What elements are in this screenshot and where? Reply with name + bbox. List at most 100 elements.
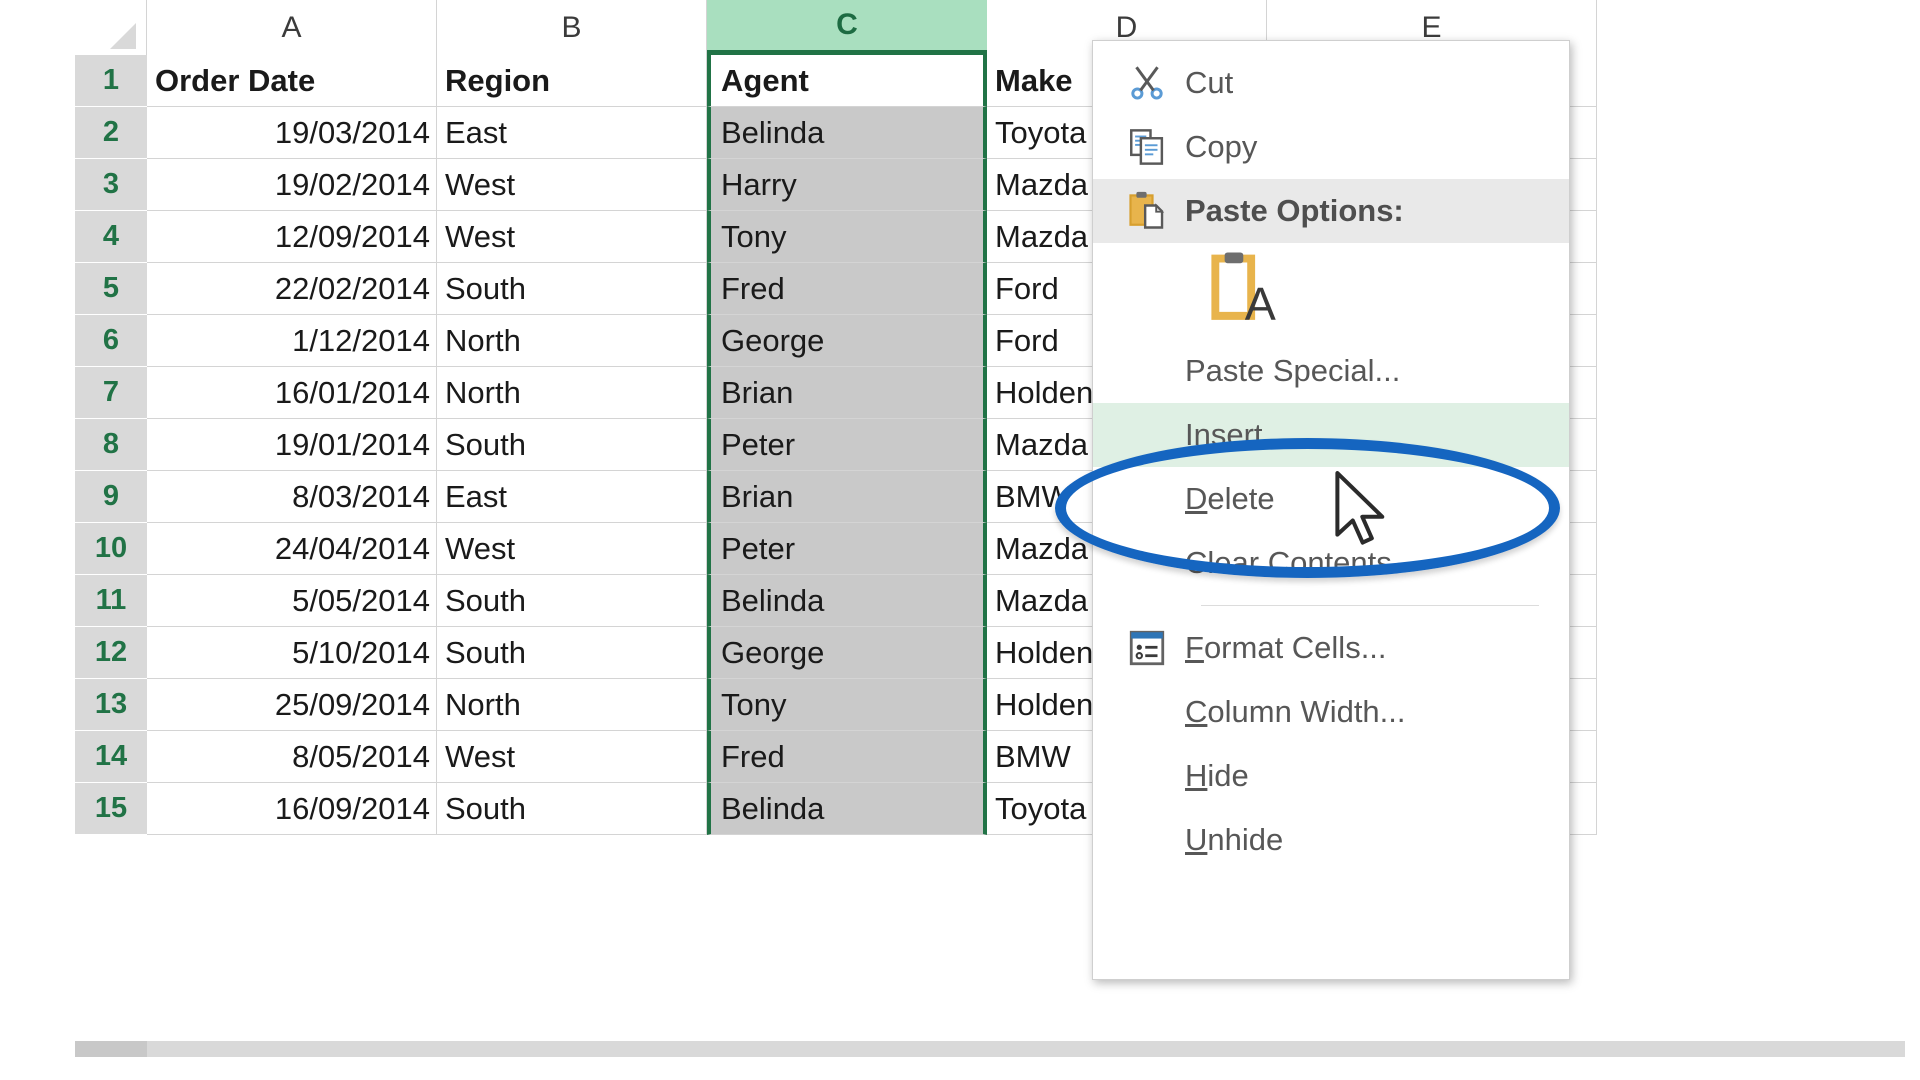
cell-C13[interactable]: Tony (707, 679, 987, 731)
cell-A6[interactable]: 1/12/2014 (147, 315, 437, 367)
table-row: 61/12/2014NorthGeorgeFordMustang (75, 315, 1905, 367)
cell-C11[interactable]: Belinda (707, 575, 987, 627)
cell-A11[interactable]: 5/05/2014 (147, 575, 437, 627)
menu-item-label: Copy (1185, 129, 1258, 164)
row-header[interactable]: 9 (75, 471, 147, 523)
menu-item-hide[interactable]: Hide (1093, 744, 1569, 808)
cell-B6[interactable]: North (437, 315, 707, 367)
menu-item-label: Insert (1185, 417, 1263, 452)
row-header[interactable]: 4 (75, 211, 147, 263)
cell-C2[interactable]: Belinda (707, 107, 987, 159)
row-header[interactable]: 7 (75, 367, 147, 419)
cell-A8[interactable]: 19/01/2014 (147, 419, 437, 471)
row-header[interactable]: 13 (75, 679, 147, 731)
row-header[interactable]: 2 (75, 107, 147, 159)
cell-B14[interactable]: West (437, 731, 707, 783)
paste-options-icon-row[interactable]: A (1093, 243, 1569, 339)
menu-item-insert[interactable]: Insert (1093, 403, 1569, 467)
row-header[interactable]: 12 (75, 627, 147, 679)
cell-B15[interactable]: South (437, 783, 707, 835)
menu-item-label: Paste Special... (1185, 353, 1401, 388)
menu-item-copy[interactable]: Copy (1093, 115, 1569, 179)
table-row: 125/10/2014SouthGeorgeHoldenCommodore (75, 627, 1905, 679)
grid-bottom-edge (75, 1041, 1905, 1057)
menu-item-paste-special[interactable]: Paste Special... (1093, 339, 1569, 403)
row-header[interactable]: 5 (75, 263, 147, 315)
column-header-a[interactable]: A (147, 0, 437, 55)
row-header[interactable]: 11 (75, 575, 147, 627)
cell-A15[interactable]: 16/09/2014 (147, 783, 437, 835)
menu-item-label: Column Width... (1185, 694, 1406, 729)
copy-pages-icon (1109, 126, 1185, 168)
menu-item-label: Format Cells... (1185, 630, 1387, 665)
cell-B3[interactable]: West (437, 159, 707, 211)
table-row: 148/05/2014WestFredBMW325i (75, 731, 1905, 783)
cell-B12[interactable]: South (437, 627, 707, 679)
cell-A9[interactable]: 8/03/2014 (147, 471, 437, 523)
row-header-strip (75, 1041, 147, 1057)
cell-A13[interactable]: 25/09/2014 (147, 679, 437, 731)
cell-A14[interactable]: 8/05/2014 (147, 731, 437, 783)
table-row: 522/02/2014SouthFredFordFalcon (75, 263, 1905, 315)
menu-header-paste-options: Paste Options: (1093, 179, 1569, 243)
row-header[interactable]: 8 (75, 419, 147, 471)
clipboard-paste-icon (1109, 189, 1185, 233)
cell-A10[interactable]: 24/04/2014 (147, 523, 437, 575)
table-row: 1Order DateRegionAgentMakeModel (75, 55, 1905, 107)
row-header[interactable]: 10 (75, 523, 147, 575)
cell-C9[interactable]: Brian (707, 471, 987, 523)
cell-A5[interactable]: 22/02/2014 (147, 263, 437, 315)
cell-B9[interactable]: East (437, 471, 707, 523)
row-header[interactable]: 1 (75, 55, 147, 107)
select-all-corner[interactable] (75, 0, 147, 55)
menu-item-format-cells[interactable]: Format Cells... (1093, 616, 1569, 680)
cell-B10[interactable]: West (437, 523, 707, 575)
grid-body: 1Order DateRegionAgentMakeModel219/03/20… (75, 55, 1905, 835)
worksheet-grid: A B C D E 1Order DateRegionAgentMakeMode… (75, 0, 1905, 1060)
cell-C3[interactable]: Harry (707, 159, 987, 211)
column-header-c[interactable]: C (707, 0, 987, 55)
cell-A1[interactable]: Order Date (147, 55, 437, 107)
cell-B4[interactable]: West (437, 211, 707, 263)
cell-C5[interactable]: Fred (707, 263, 987, 315)
table-row: 819/01/2014SouthPeterMazda323 (75, 419, 1905, 471)
cell-A3[interactable]: 19/02/2014 (147, 159, 437, 211)
cell-B13[interactable]: North (437, 679, 707, 731)
cell-A12[interactable]: 5/10/2014 (147, 627, 437, 679)
menu-item-cut[interactable]: Cut (1093, 51, 1569, 115)
cell-C12[interactable]: George (707, 627, 987, 679)
menu-item-unhide[interactable]: Unhide (1093, 808, 1569, 872)
cell-A4[interactable]: 12/09/2014 (147, 211, 437, 263)
column-header-b[interactable]: B (437, 0, 707, 55)
cell-A2[interactable]: 19/03/2014 (147, 107, 437, 159)
table-row: 1325/09/2014NorthTonyHoldenCruize (75, 679, 1905, 731)
cell-B1[interactable]: Region (437, 55, 707, 107)
cell-C8[interactable]: Peter (707, 419, 987, 471)
table-row: 716/01/2014NorthBrianHoldenCommodore (75, 367, 1905, 419)
cell-C14[interactable]: Fred (707, 731, 987, 783)
format-cells-icon (1109, 627, 1185, 669)
cell-C1[interactable]: Agent (707, 55, 987, 107)
cell-C6[interactable]: George (707, 315, 987, 367)
cell-C10[interactable]: Peter (707, 523, 987, 575)
cell-B11[interactable]: South (437, 575, 707, 627)
table-row: 1024/04/2014WestPeterMazda5 (75, 523, 1905, 575)
menu-item-label: Hide (1185, 758, 1249, 793)
table-row: 115/05/2014SouthBelindaMazda626 (75, 575, 1905, 627)
cell-C7[interactable]: Brian (707, 367, 987, 419)
cell-B7[interactable]: North (437, 367, 707, 419)
cell-B8[interactable]: South (437, 419, 707, 471)
cell-A7[interactable]: 16/01/2014 (147, 367, 437, 419)
svg-text:A: A (1245, 277, 1276, 329)
row-header[interactable]: 14 (75, 731, 147, 783)
row-header[interactable]: 3 (75, 159, 147, 211)
cell-C4[interactable]: Tony (707, 211, 987, 263)
clipboard-text-a-icon[interactable]: A (1201, 246, 1287, 337)
cell-C15[interactable]: Belinda (707, 783, 987, 835)
cell-B2[interactable]: East (437, 107, 707, 159)
row-header[interactable]: 6 (75, 315, 147, 367)
menu-item-column-width[interactable]: Column Width... (1093, 680, 1569, 744)
row-header[interactable]: 15 (75, 783, 147, 835)
column-header-row: A B C D E (75, 0, 1905, 55)
cell-B5[interactable]: South (437, 263, 707, 315)
